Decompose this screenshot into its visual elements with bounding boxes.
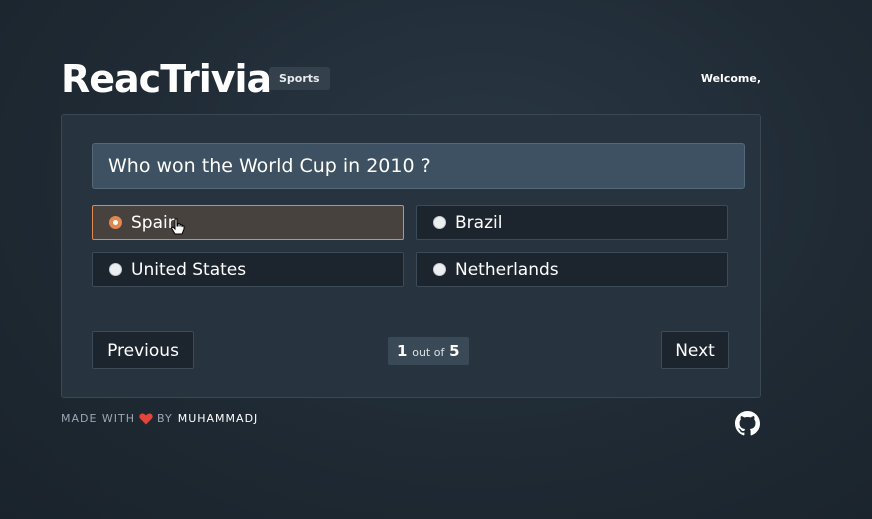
next-button[interactable]: Next bbox=[661, 331, 729, 369]
answer-option-brazil[interactable]: Brazil bbox=[416, 205, 728, 240]
radio-button[interactable] bbox=[433, 263, 446, 276]
total-questions-number: 5 bbox=[449, 342, 460, 360]
radio-button[interactable] bbox=[433, 216, 446, 229]
answer-option-spain[interactable]: Spain bbox=[92, 205, 404, 240]
radio-button[interactable] bbox=[109, 263, 122, 276]
progress-indicator: 1 out of 5 bbox=[388, 337, 469, 365]
previous-button[interactable]: Previous bbox=[92, 331, 194, 369]
option-label: Netherlands bbox=[455, 259, 559, 280]
radio-button[interactable] bbox=[109, 216, 122, 229]
progress-separator: out of bbox=[412, 346, 445, 359]
answer-option-united-states[interactable]: United States bbox=[92, 252, 404, 287]
answer-option-netherlands[interactable]: Netherlands bbox=[416, 252, 728, 287]
option-label: United States bbox=[131, 259, 247, 280]
category-badge: Sports bbox=[269, 67, 330, 90]
option-label: Brazil bbox=[455, 212, 503, 233]
quiz-card: Who won the World Cup in 2010 ? Spain Br… bbox=[61, 114, 761, 398]
welcome-text: Welcome, bbox=[700, 72, 761, 85]
footer-credit: MADE WITH BY MUHAMMADJ bbox=[61, 412, 258, 425]
hand-cursor-icon bbox=[170, 218, 185, 235]
github-icon[interactable] bbox=[735, 411, 760, 440]
author-link[interactable]: MUHAMMADJ bbox=[178, 412, 259, 425]
current-question-number: 1 bbox=[397, 342, 408, 360]
heart-icon bbox=[139, 412, 153, 425]
app-logo: ReacTrivia bbox=[61, 57, 272, 101]
made-with-text: MADE WITH bbox=[61, 412, 136, 425]
by-text: BY bbox=[157, 412, 173, 425]
question-text: Who won the World Cup in 2010 ? bbox=[92, 143, 745, 189]
